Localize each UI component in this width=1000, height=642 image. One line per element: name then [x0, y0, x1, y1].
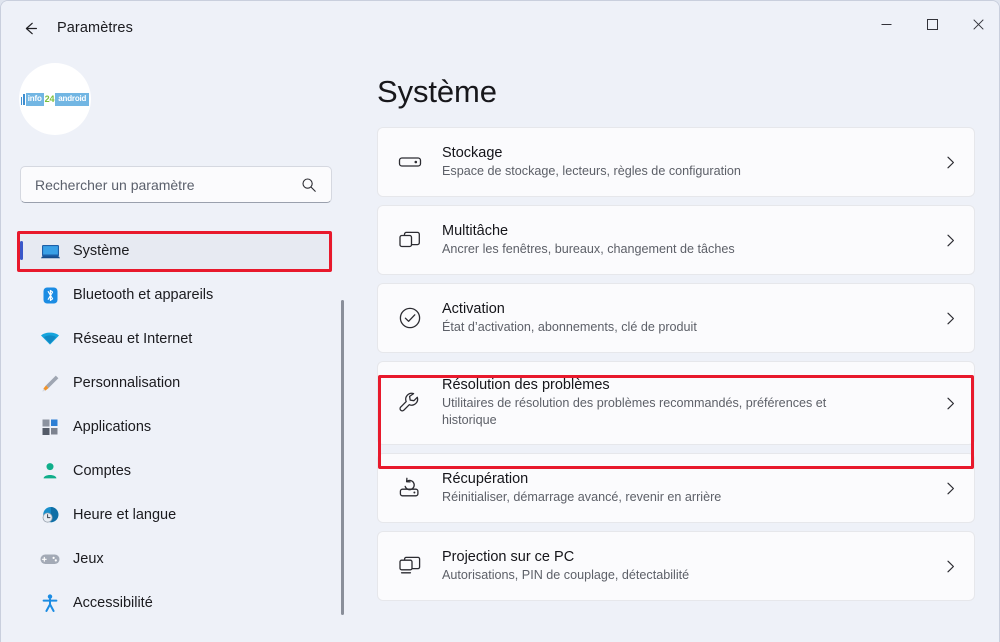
- logo-info-text: info: [25, 92, 44, 106]
- minimize-icon: [881, 23, 891, 25]
- paintbrush-icon: [33, 373, 67, 394]
- window-title: Paramètres: [57, 20, 133, 36]
- back-arrow-icon: [25, 22, 37, 34]
- chevron-right-icon: [926, 559, 974, 574]
- drive-restore-icon: [378, 475, 442, 501]
- monitor-icon: [33, 241, 67, 262]
- main-content: Système Stockage Espace de stockage, lec…: [351, 55, 999, 642]
- close-button[interactable]: [955, 1, 999, 47]
- maximize-button[interactable]: [909, 1, 955, 47]
- close-icon: [972, 18, 984, 30]
- logo-android-text: android: [55, 92, 90, 106]
- card-title: Projection sur ce PC: [442, 548, 575, 565]
- search-icon: [301, 177, 317, 193]
- card-title: Stockage: [442, 144, 503, 161]
- sidebar-item-systeme[interactable]: Système: [19, 231, 333, 271]
- accessibility-icon: [33, 593, 67, 613]
- sidebar-item-comptes[interactable]: Comptes: [19, 451, 333, 491]
- minimize-button[interactable]: [863, 1, 909, 47]
- person-icon: [33, 461, 67, 481]
- bluetooth-icon: [33, 285, 67, 306]
- card-text: Projection sur ce PC Autorisations, PIN …: [442, 549, 926, 584]
- sidebar-nav: Système Bluetooth et appareils Réseau et…: [1, 231, 351, 627]
- card-title: Récupération: [442, 470, 529, 487]
- hard-drive-icon: [378, 149, 442, 175]
- sidebar-item-label: Réseau et Internet: [73, 331, 193, 347]
- apps-grid-icon: [33, 417, 67, 437]
- card-title: Résolution des problèmes: [442, 377, 610, 394]
- sidebar-scrollbar[interactable]: [341, 300, 344, 615]
- avatar: info 24 android: [19, 63, 91, 135]
- card-resolution-des-problemes[interactable]: Résolution des problèmes Utilitaires de …: [377, 361, 975, 445]
- window-controls: [863, 1, 999, 47]
- card-subtitle: Réinitialiser, démarrage avancé, revenir…: [442, 489, 722, 504]
- sidebar-item-bluetooth-et-appareils[interactable]: Bluetooth et appareils: [19, 275, 333, 315]
- card-title: Activation: [442, 300, 505, 317]
- sidebar-item-label: Accessibilité: [73, 595, 153, 611]
- page-title: Système: [377, 74, 497, 109]
- sidebar-item-reseau-et-internet[interactable]: Réseau et Internet: [19, 319, 333, 359]
- sidebar-item-label: Jeux: [73, 551, 104, 567]
- card-text: Stockage Espace de stockage, lecteurs, r…: [442, 145, 926, 180]
- card-projection-sur-ce-pc[interactable]: Projection sur ce PC Autorisations, PIN …: [377, 531, 975, 601]
- card-subtitle: Utilitaires de résolution des problèmes …: [442, 396, 827, 427]
- sidebar-item-label: Système: [73, 243, 130, 259]
- settings-card-list: Stockage Espace de stockage, lecteurs, r…: [377, 127, 975, 609]
- sidebar: info 24 android Rechercher un paramètre …: [1, 55, 351, 642]
- sidebar-item-label: Bluetooth et appareils: [73, 287, 214, 303]
- title-bar: Paramètres: [1, 1, 999, 55]
- logo-bars-icon: [20, 93, 25, 105]
- chevron-right-icon: [926, 155, 974, 170]
- card-recuperation[interactable]: Récupération Réinitialiser, démarrage av…: [377, 453, 975, 523]
- card-text: Activation État d’activation, abonnement…: [442, 301, 926, 336]
- back-button[interactable]: [13, 11, 47, 45]
- card-text: Résolution des problèmes Utilitaires de …: [442, 377, 926, 428]
- card-text: Multitâche Ancrer les fenêtres, bureaux,…: [442, 223, 926, 258]
- check-circle-icon: [378, 305, 442, 331]
- sidebar-item-label: Personnalisation: [73, 375, 181, 391]
- gamepad-icon: [33, 548, 67, 570]
- settings-window: Paramètres info 24 android Rechercher un…: [0, 0, 1000, 642]
- chevron-right-icon: [926, 481, 974, 496]
- multitask-windows-icon: [378, 227, 442, 253]
- card-title: Multitâche: [442, 222, 509, 239]
- clock-globe-icon: [33, 505, 67, 526]
- sidebar-item-personnalisation[interactable]: Personnalisation: [19, 363, 333, 403]
- card-activation[interactable]: Activation État d’activation, abonnement…: [377, 283, 975, 353]
- account-avatar-wrap[interactable]: info 24 android: [19, 63, 91, 135]
- card-subtitle: État d’activation, abonnements, clé de p…: [442, 319, 697, 334]
- sidebar-item-accessibilite[interactable]: Accessibilité: [19, 583, 333, 623]
- chevron-right-icon: [926, 233, 974, 248]
- wrench-icon: [378, 390, 442, 416]
- sidebar-item-applications[interactable]: Applications: [19, 407, 333, 447]
- wifi-icon: [33, 328, 67, 350]
- card-text: Récupération Réinitialiser, démarrage av…: [442, 471, 926, 506]
- sidebar-item-label: Heure et langue: [73, 507, 177, 523]
- sidebar-item-heure-et-langue[interactable]: Heure et langue: [19, 495, 333, 535]
- sidebar-item-jeux[interactable]: Jeux: [19, 539, 333, 579]
- card-subtitle: Autorisations, PIN de couplage, détectab…: [442, 567, 690, 582]
- maximize-icon: [926, 18, 938, 30]
- search-input[interactable]: [21, 176, 301, 193]
- card-subtitle: Espace de stockage, lecteurs, règles de …: [442, 163, 741, 178]
- card-subtitle: Ancrer les fenêtres, bureaux, changement…: [442, 241, 735, 256]
- chevron-right-icon: [926, 311, 974, 326]
- card-multitache[interactable]: Multitâche Ancrer les fenêtres, bureaux,…: [377, 205, 975, 275]
- site-logo: info 24 android: [20, 92, 90, 106]
- projection-icon: [378, 553, 442, 579]
- chevron-right-icon: [926, 396, 974, 411]
- sidebar-item-label: Comptes: [73, 463, 132, 479]
- android-mascot-icon: 24: [44, 93, 55, 104]
- sidebar-item-label: Applications: [73, 419, 152, 435]
- card-stockage[interactable]: Stockage Espace de stockage, lecteurs, r…: [377, 127, 975, 197]
- search-box[interactable]: [20, 166, 332, 203]
